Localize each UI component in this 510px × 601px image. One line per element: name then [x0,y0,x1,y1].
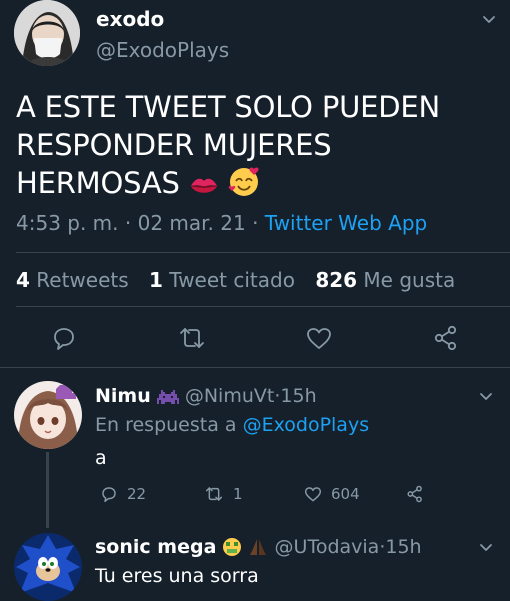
kiss-mark-emoji-icon [189,168,219,206]
tweet-source-link[interactable]: Twitter Web App [265,211,427,235]
retweets-count: 4 [16,268,30,292]
tweet-text-word: HERMOSAS [16,166,180,200]
reply-time[interactable]: 15h [385,536,421,558]
divider [16,252,510,253]
retweet-icon[interactable] [177,323,207,353]
folded-hands-emoji-icon [248,537,268,562]
author-name[interactable]: exodo [96,7,164,31]
retweet-count: 1 [233,485,243,503]
like-icon [304,487,322,502]
smiling-face-with-hearts-emoji-icon [228,165,262,206]
thread-line [46,452,49,528]
tweet-text-line: HERMOSAS [16,164,496,206]
in-reply-to-prefix: En respuesta a [95,414,237,436]
chevron-down-icon[interactable] [481,11,497,27]
quotes-stat[interactable]: 1 Tweet citado [149,268,295,292]
likes-label: Me gusta [363,268,456,292]
tweet-stats: 4 Retweets 1 Tweet citado 826 Me gusta [16,268,455,292]
likes-stat[interactable]: 826 Me gusta [315,268,455,292]
retweets-stat[interactable]: 4 Retweets [16,268,129,292]
money-mouth-face-emoji-icon [222,537,242,562]
share-icon[interactable] [431,323,461,353]
space-invader-emoji-icon [156,388,179,411]
meta-separator: · [124,211,132,235]
author-avatar[interactable] [14,0,80,66]
chevron-down-icon[interactable] [478,388,494,404]
quotes-count: 1 [149,268,163,292]
tweet-actions [0,323,510,353]
reply-text: a [95,447,107,469]
tweet-date[interactable]: 02 mar. 21 [138,211,246,235]
reply-like-button[interactable]: 604 [303,483,360,505]
tweet-text-line: RESPONDER MUJERES [16,128,332,162]
reply-text: Tu eres una sorra [95,565,259,587]
likes-count: 826 [315,268,358,292]
in-reply-to: En respuesta a @ExodoPlays [95,414,369,436]
reply-actions: 22 1 604 [95,483,455,505]
tweet-meta: 4:53 p. m. · 02 mar. 21 · Twitter Web Ap… [16,211,427,235]
reply-avatar[interactable] [14,381,82,449]
retweets-label: Retweets [36,268,129,292]
like-icon[interactable] [304,323,334,353]
reply-icon[interactable] [49,323,79,353]
quotes-label: Tweet citado [169,268,295,292]
tweet-text: A ESTE TWEET SOLO PUEDEN RESPONDER MUJER… [16,88,496,206]
reply-icon [102,487,116,503]
reply-author-handle[interactable]: @UTodavia [275,536,380,558]
reply-retweet-button[interactable]: 1 [203,483,243,505]
reply-author-name[interactable]: Nimu [95,385,151,407]
share-icon [407,485,422,503]
tweet-text-line: A ESTE TWEET SOLO PUEDEN [16,90,440,124]
like-count: 604 [331,485,360,503]
divider [16,306,510,307]
reply-author-name[interactable]: sonic mega [95,536,216,558]
reply-share-button[interactable] [405,483,425,505]
reply-reply-button[interactable]: 22 [99,483,146,505]
reply-header: Nimu @NimuVt·15h [95,385,317,411]
author-handle[interactable]: @ExodoPlays [96,38,229,62]
divider [0,367,510,368]
reply-header: sonic mega @UTodavia·15h [95,536,422,562]
reply-author-handle[interactable]: @NimuVt [185,385,275,407]
in-reply-to-handle[interactable]: @ExodoPlays [243,414,370,436]
reply-avatar[interactable] [14,533,82,601]
meta-separator: · [252,211,259,235]
chevron-down-icon[interactable] [478,539,494,555]
reply-time[interactable]: 15h [280,385,316,407]
reply-count: 22 [127,485,147,503]
tweet-time[interactable]: 4:53 p. m. [16,211,119,235]
retweet-icon [205,487,223,501]
